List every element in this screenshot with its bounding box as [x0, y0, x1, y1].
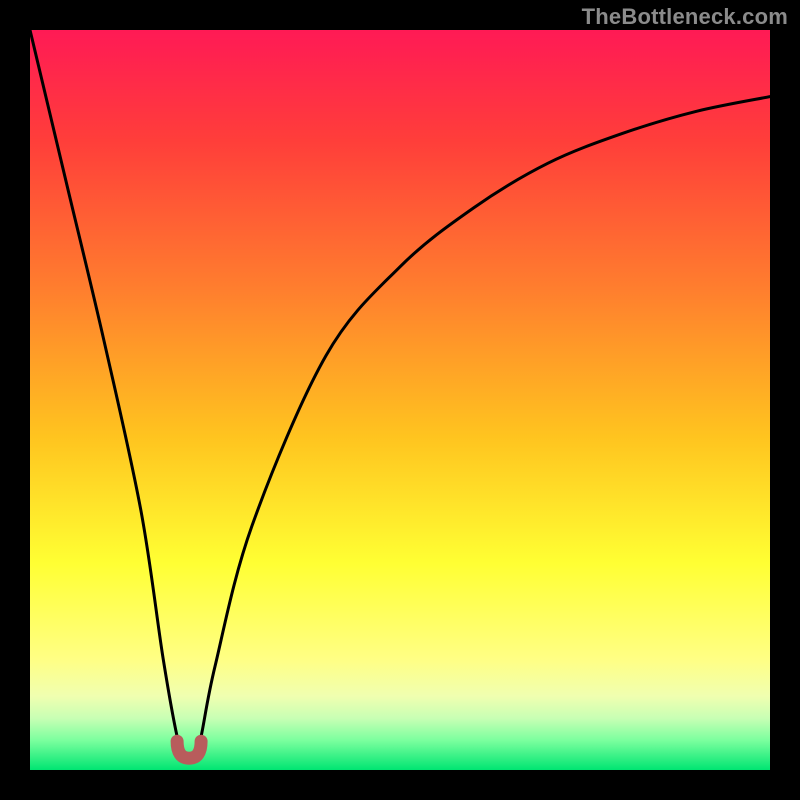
- chart-area: [30, 30, 770, 770]
- attribution-label: TheBottleneck.com: [582, 4, 788, 30]
- curve-path: [30, 30, 770, 757]
- bottleneck-curve: [30, 30, 770, 770]
- minimum-marker: [177, 741, 201, 758]
